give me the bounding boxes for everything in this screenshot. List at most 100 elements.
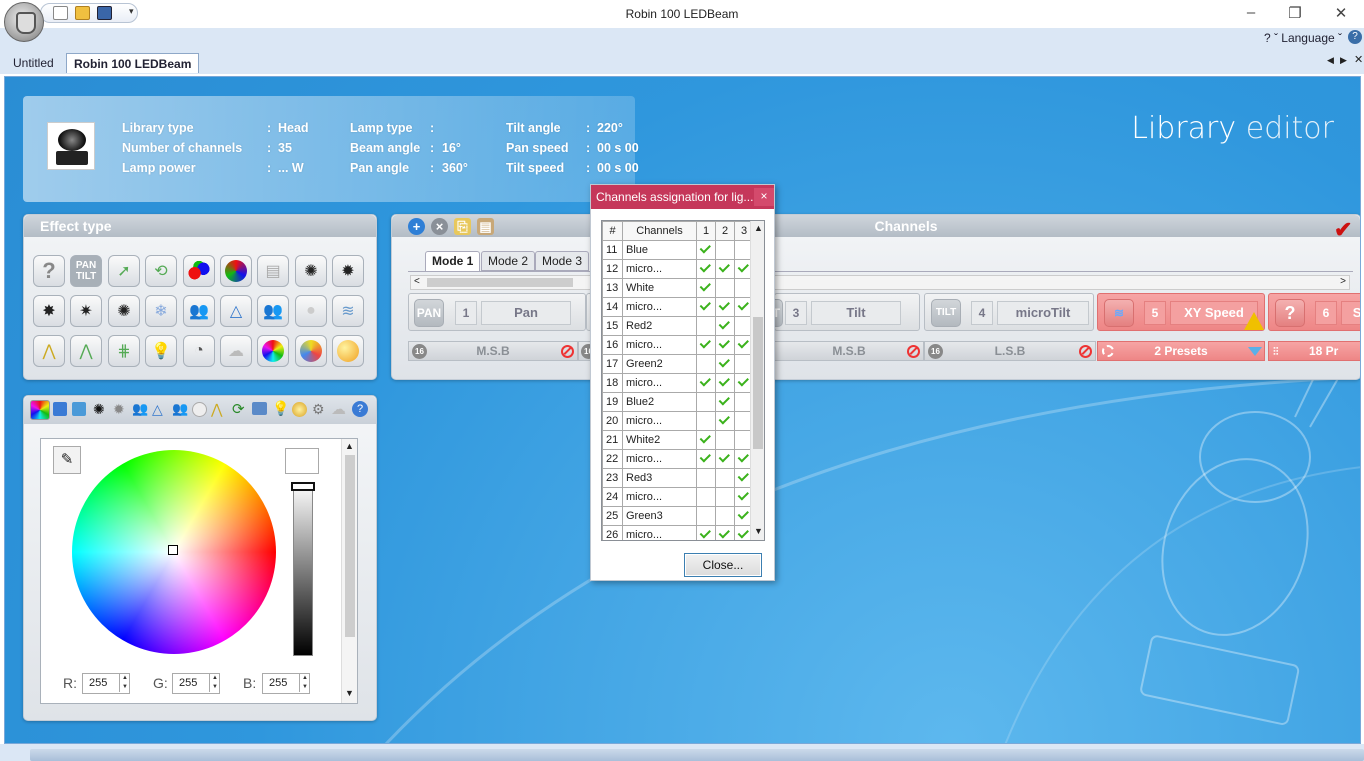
red-input[interactable]: 255	[82, 673, 130, 694]
grid-scroll-thumb[interactable]	[753, 317, 763, 449]
lamp-effect-button[interactable]: 💡	[145, 335, 177, 367]
disable-icon[interactable]	[907, 345, 920, 358]
table-row[interactable]: 21 White2	[602, 430, 754, 450]
group-green-tab-icon[interactable]: 👥	[172, 401, 188, 417]
group-tab-icon[interactable]: 👥	[132, 401, 148, 417]
add-channel-icon[interactable]: +	[408, 218, 425, 235]
tab-scroll-right-icon[interactable]: ▶	[1340, 55, 1347, 66]
dialog-close-button[interactable]: ×	[754, 188, 774, 206]
gobo-tab-icon[interactable]: ✺	[93, 401, 105, 418]
dropdown-icon[interactable]	[1248, 347, 1262, 356]
tab-untitled[interactable]: Untitled	[6, 53, 61, 73]
mode-1-cell[interactable]	[696, 449, 716, 469]
unknown-effect-button[interactable]: ?	[33, 255, 65, 287]
mode-2-cell[interactable]	[715, 468, 735, 488]
shutter-effect-button[interactable]: ●	[295, 295, 327, 327]
table-row[interactable]: 14 micro...	[602, 297, 754, 317]
mode-2-cell[interactable]	[715, 411, 735, 431]
disable-icon[interactable]	[561, 345, 574, 358]
picture-tab-icon[interactable]	[252, 402, 267, 415]
mode-1-cell[interactable]	[696, 506, 716, 526]
zoom-tab-icon[interactable]: ⋀	[211, 401, 222, 418]
group-green-effect-button[interactable]: 👥	[257, 295, 289, 327]
disable-icon[interactable]	[1079, 345, 1092, 358]
refresh-tab-icon[interactable]: ⟳	[232, 400, 245, 418]
rgb-color-effect-button[interactable]	[183, 255, 215, 287]
dimmer-tab-icon[interactable]: △	[152, 401, 163, 418]
tab-mode-3[interactable]: Mode 3	[535, 251, 590, 271]
mode-2-cell[interactable]	[715, 373, 735, 393]
tab-close-icon[interactable]: ✕	[1354, 53, 1363, 66]
color-macro-effect-button[interactable]	[220, 255, 252, 287]
language-menu[interactable]: ? ˇ Language ˇ	[1264, 31, 1342, 45]
hscroll-left-icon[interactable]: <	[414, 276, 420, 287]
app-menu-button[interactable]	[4, 2, 44, 42]
channel-slot-1[interactable]: PAN 1 Pan	[408, 293, 586, 331]
gobo-wheel-effect-button[interactable]: ✹	[332, 255, 364, 287]
channel-slot-4[interactable]: TILT 4 microTilt	[924, 293, 1094, 331]
layers-tab-icon[interactable]	[53, 402, 67, 416]
color-temp-effect-button[interactable]	[332, 335, 364, 367]
cto-effect-button[interactable]	[295, 335, 327, 367]
shutter-tab-icon[interactable]	[192, 402, 207, 417]
xy-speed-effect-button[interactable]: ≋	[332, 295, 364, 327]
gobo2-tab-icon[interactable]: ✹	[113, 401, 125, 418]
mode-1-cell[interactable]	[696, 373, 716, 393]
mode-2-cell[interactable]	[715, 506, 735, 526]
table-row[interactable]: 19 Blue2	[602, 392, 754, 412]
gobo-effect-button[interactable]: ✸	[33, 295, 65, 327]
dimmer-effect-button[interactable]: △	[220, 295, 252, 327]
brightness-slider[interactable]	[293, 482, 313, 656]
mode-1-cell[interactable]	[696, 259, 716, 279]
hscroll-right-icon[interactable]: >	[1340, 276, 1346, 287]
mode-2-cell[interactable]	[715, 297, 735, 317]
table-row[interactable]: 25 Green3	[602, 506, 754, 526]
table-row[interactable]: 16 micro...	[602, 335, 754, 355]
mode-1-cell[interactable]	[696, 278, 716, 298]
mode-2-cell[interactable]	[715, 278, 735, 298]
table-row[interactable]: 11 Blue	[602, 240, 754, 260]
minimize-icon[interactable]: –	[1236, 4, 1266, 22]
help-icon[interactable]: ?	[1348, 30, 1362, 44]
tilt-arrow-effect-button[interactable]: ➚	[108, 255, 140, 287]
mode-1-cell[interactable]	[696, 335, 716, 355]
mode-2-cell[interactable]	[715, 487, 735, 507]
green-input[interactable]: 255	[172, 673, 220, 694]
tab-mode-1[interactable]: Mode 1	[425, 251, 481, 271]
mode-1-cell[interactable]	[696, 468, 716, 488]
mode-2-cell[interactable]	[715, 354, 735, 374]
grid-vscroll[interactable]: ▲ ▼	[750, 221, 764, 540]
reset-effect-button[interactable]: ◔	[183, 335, 215, 367]
delete-channel-icon[interactable]: ×	[431, 218, 448, 235]
channel-slot-5[interactable]: ≋ 5 XY Speed	[1097, 293, 1265, 331]
color-wheel-tab-icon[interactable]	[30, 400, 50, 420]
mode-2-cell[interactable]	[715, 525, 735, 540]
mode-1-cell[interactable]	[696, 487, 716, 507]
scroll-up-icon[interactable]: ▲	[345, 441, 354, 451]
mode-2-cell[interactable]	[715, 240, 735, 260]
mode-2-cell[interactable]	[715, 316, 735, 336]
help-tab-icon[interactable]: ?	[352, 401, 368, 417]
table-row[interactable]: 23 Red3	[602, 468, 754, 488]
grid-scroll-up-icon[interactable]: ▲	[754, 223, 763, 233]
copy-icon[interactable]: ⎘	[454, 218, 471, 235]
group-effect-button[interactable]: 👥	[183, 295, 215, 327]
mode-1-cell[interactable]	[696, 354, 716, 374]
bottom-scrollbar[interactable]	[0, 744, 1364, 761]
table-row[interactable]: 17 Green2	[602, 354, 754, 374]
fog-effect-button[interactable]: ☁	[220, 335, 252, 367]
channel-foot-6[interactable]: ⫶⫶ 18 Pr	[1268, 341, 1360, 361]
fog-tab-icon[interactable]: ☁	[331, 400, 346, 418]
eyedropper-button[interactable]: ✎	[53, 446, 81, 474]
bottom-scroll-thumb[interactable]	[30, 749, 1364, 761]
mode-1-cell[interactable]	[696, 240, 716, 260]
table-row[interactable]: 26 micro...	[602, 525, 754, 540]
scroll-thumb[interactable]	[345, 455, 355, 637]
tab-robin-100-ledbeam[interactable]: Robin 100 LEDBeam	[66, 53, 200, 73]
tab-mode-2[interactable]: Mode 2	[481, 251, 536, 271]
pan-arrow-effect-button[interactable]: ⟲	[145, 255, 177, 287]
channel-foot-5[interactable]: 2 Presets	[1097, 341, 1265, 361]
validate-check-icon[interactable]: ✔	[1334, 217, 1352, 243]
close-icon[interactable]: ✕	[1326, 4, 1356, 22]
table-row[interactable]: 15 Red2	[602, 316, 754, 336]
